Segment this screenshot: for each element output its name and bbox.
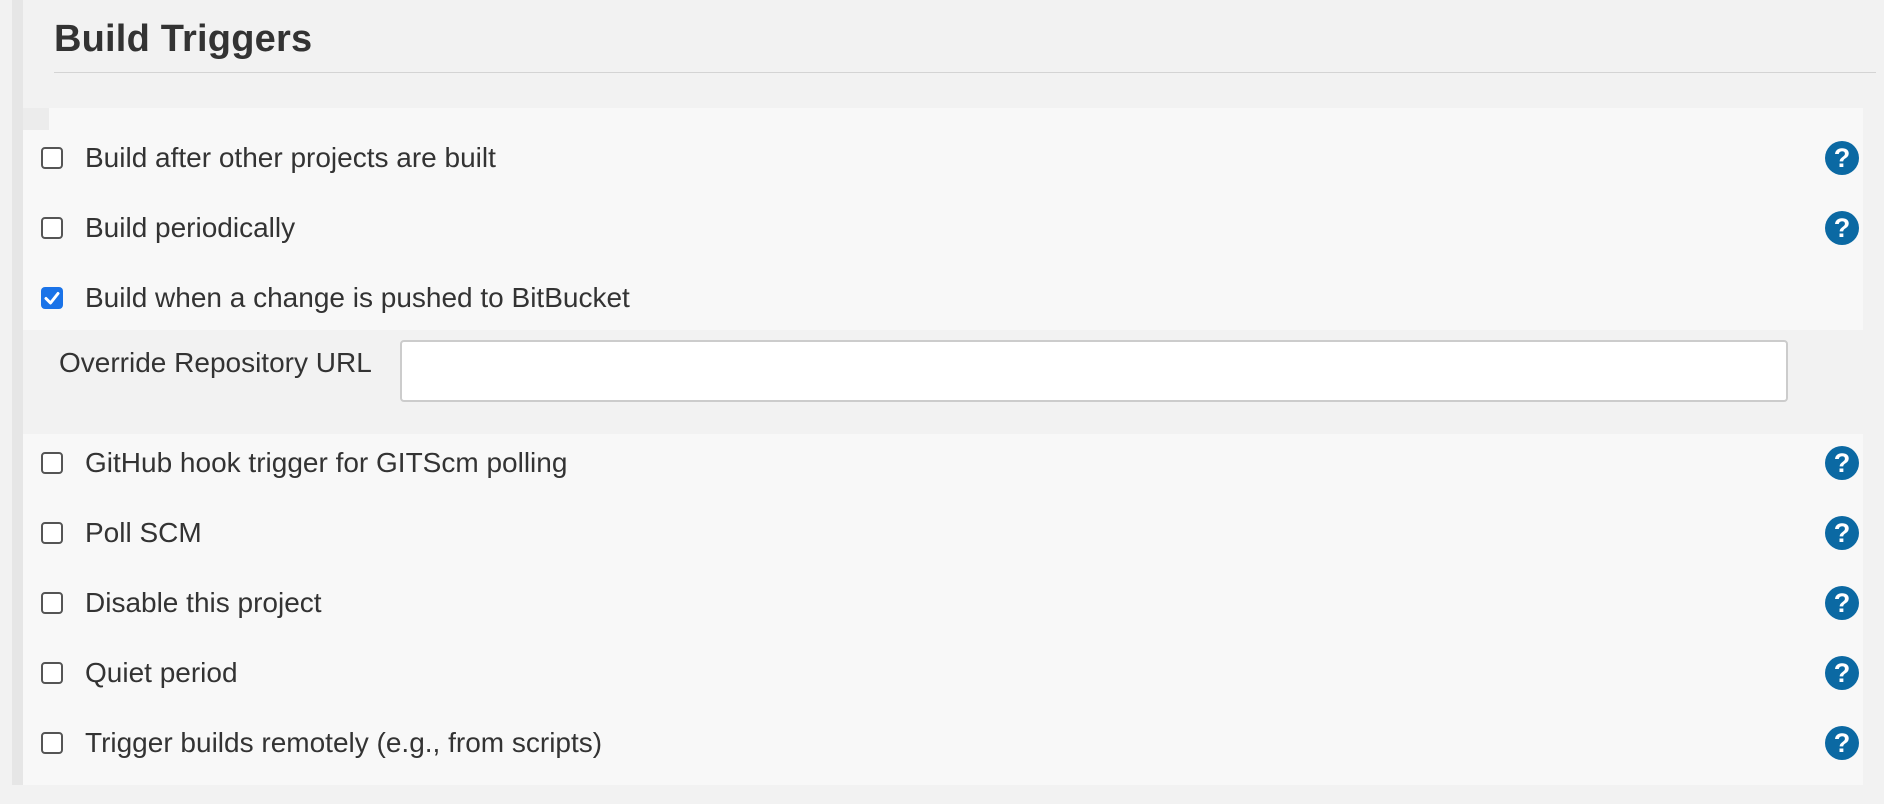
override-repository-url-label: Override Repository URL xyxy=(59,347,372,378)
build-periodically-label[interactable]: Build periodically xyxy=(85,211,295,245)
section-header: Build Triggers xyxy=(23,0,1884,107)
section-divider xyxy=(54,72,1876,73)
override-repository-url-input[interactable] xyxy=(400,340,1788,402)
build-after-other-projects-label[interactable]: Build after other projects are built xyxy=(85,141,496,175)
option-poll-scm: Poll SCM ? xyxy=(23,516,1863,592)
help-icon[interactable]: ? xyxy=(1825,726,1859,760)
github-hook-trigger-label[interactable]: GitHub hook trigger for GITScm polling xyxy=(85,446,567,480)
build-after-other-projects-checkbox[interactable] xyxy=(41,147,63,169)
trigger-builds-remotely-label[interactable]: Trigger builds remotely (e.g., from scri… xyxy=(85,726,602,760)
panel-corner-strip xyxy=(23,108,49,130)
build-periodically-checkbox[interactable] xyxy=(41,217,63,239)
bitbucket-push-label[interactable]: Build when a change is pushed to BitBuck… xyxy=(85,281,630,315)
section-title: Build Triggers xyxy=(54,18,313,60)
option-quiet-period: Quiet period ? xyxy=(23,656,1863,732)
help-icon[interactable]: ? xyxy=(1825,211,1859,245)
build-triggers-page: Build Triggers Build after other project… xyxy=(0,0,1884,804)
page-bottom-strip xyxy=(0,785,1884,804)
poll-scm-label[interactable]: Poll SCM xyxy=(85,516,202,550)
option-build-after-other-projects: Build after other projects are built ? xyxy=(23,141,1863,217)
checkmark-icon xyxy=(44,292,60,305)
poll-scm-checkbox[interactable] xyxy=(41,522,63,544)
bitbucket-push-checkbox[interactable] xyxy=(41,287,63,309)
help-icon[interactable]: ? xyxy=(1825,656,1859,690)
section-left-bar xyxy=(12,0,23,785)
trigger-builds-remotely-checkbox[interactable] xyxy=(41,732,63,754)
help-icon[interactable]: ? xyxy=(1825,586,1859,620)
bitbucket-config-panel: Override Repository URL xyxy=(23,330,1863,434)
quiet-period-label[interactable]: Quiet period xyxy=(85,656,238,690)
help-icon[interactable]: ? xyxy=(1825,446,1859,480)
option-github-hook-trigger: GitHub hook trigger for GITScm polling ? xyxy=(23,446,1863,522)
help-icon[interactable]: ? xyxy=(1825,141,1859,175)
github-hook-trigger-checkbox[interactable] xyxy=(41,452,63,474)
option-disable-project: Disable this project ? xyxy=(23,586,1863,662)
quiet-period-checkbox[interactable] xyxy=(41,662,63,684)
option-build-periodically: Build periodically ? xyxy=(23,211,1863,287)
disable-project-checkbox[interactable] xyxy=(41,592,63,614)
disable-project-label[interactable]: Disable this project xyxy=(85,586,322,620)
help-icon[interactable]: ? xyxy=(1825,516,1859,550)
